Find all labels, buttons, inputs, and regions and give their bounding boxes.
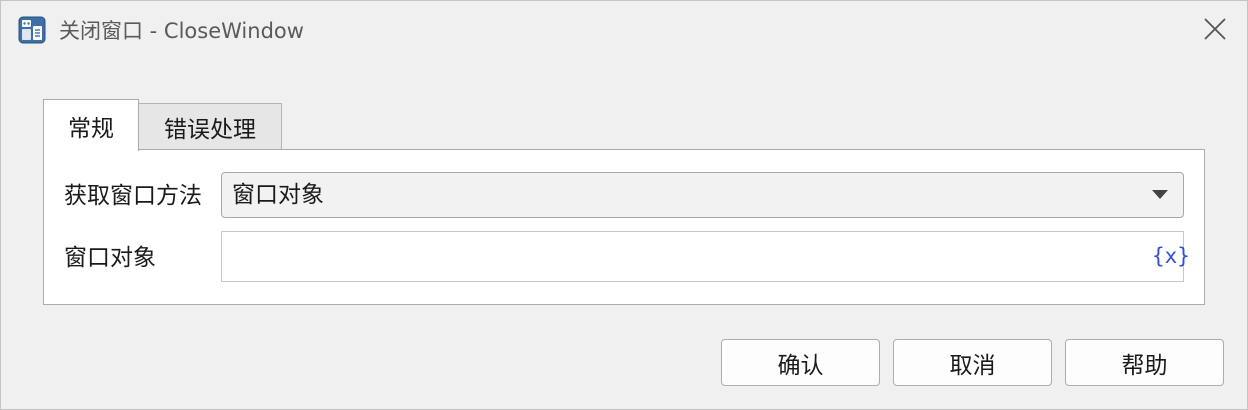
method-selected-value: 窗口对象 bbox=[232, 182, 324, 208]
tab-general[interactable]: 常规 bbox=[43, 99, 139, 151]
chevron-down-icon bbox=[1152, 190, 1168, 199]
ok-button[interactable]: 确认 bbox=[721, 339, 880, 386]
close-window-dialog: 关闭窗口 - CloseWindow 常规 错误处理 获取窗口方法 窗口对象 窗… bbox=[0, 0, 1248, 410]
method-label: 获取窗口方法 bbox=[64, 183, 202, 209]
variable-button[interactable]: {x} bbox=[1152, 242, 1190, 270]
method-dropdown[interactable]: 窗口对象 bbox=[221, 172, 1184, 218]
close-button[interactable] bbox=[1193, 9, 1237, 53]
close-icon bbox=[1204, 18, 1226, 44]
tab-error-handling[interactable]: 错误处理 bbox=[139, 103, 282, 149]
window-object-input[interactable]: {x} bbox=[221, 231, 1190, 282]
window-object-label: 窗口对象 bbox=[64, 245, 156, 271]
robot-app-icon bbox=[18, 16, 46, 44]
cancel-button[interactable]: 取消 bbox=[893, 339, 1052, 386]
help-button[interactable]: 帮助 bbox=[1065, 339, 1224, 386]
window-title: 关闭窗口 - CloseWindow bbox=[59, 19, 304, 43]
title-bar: 关闭窗口 - CloseWindow bbox=[1, 1, 1247, 61]
